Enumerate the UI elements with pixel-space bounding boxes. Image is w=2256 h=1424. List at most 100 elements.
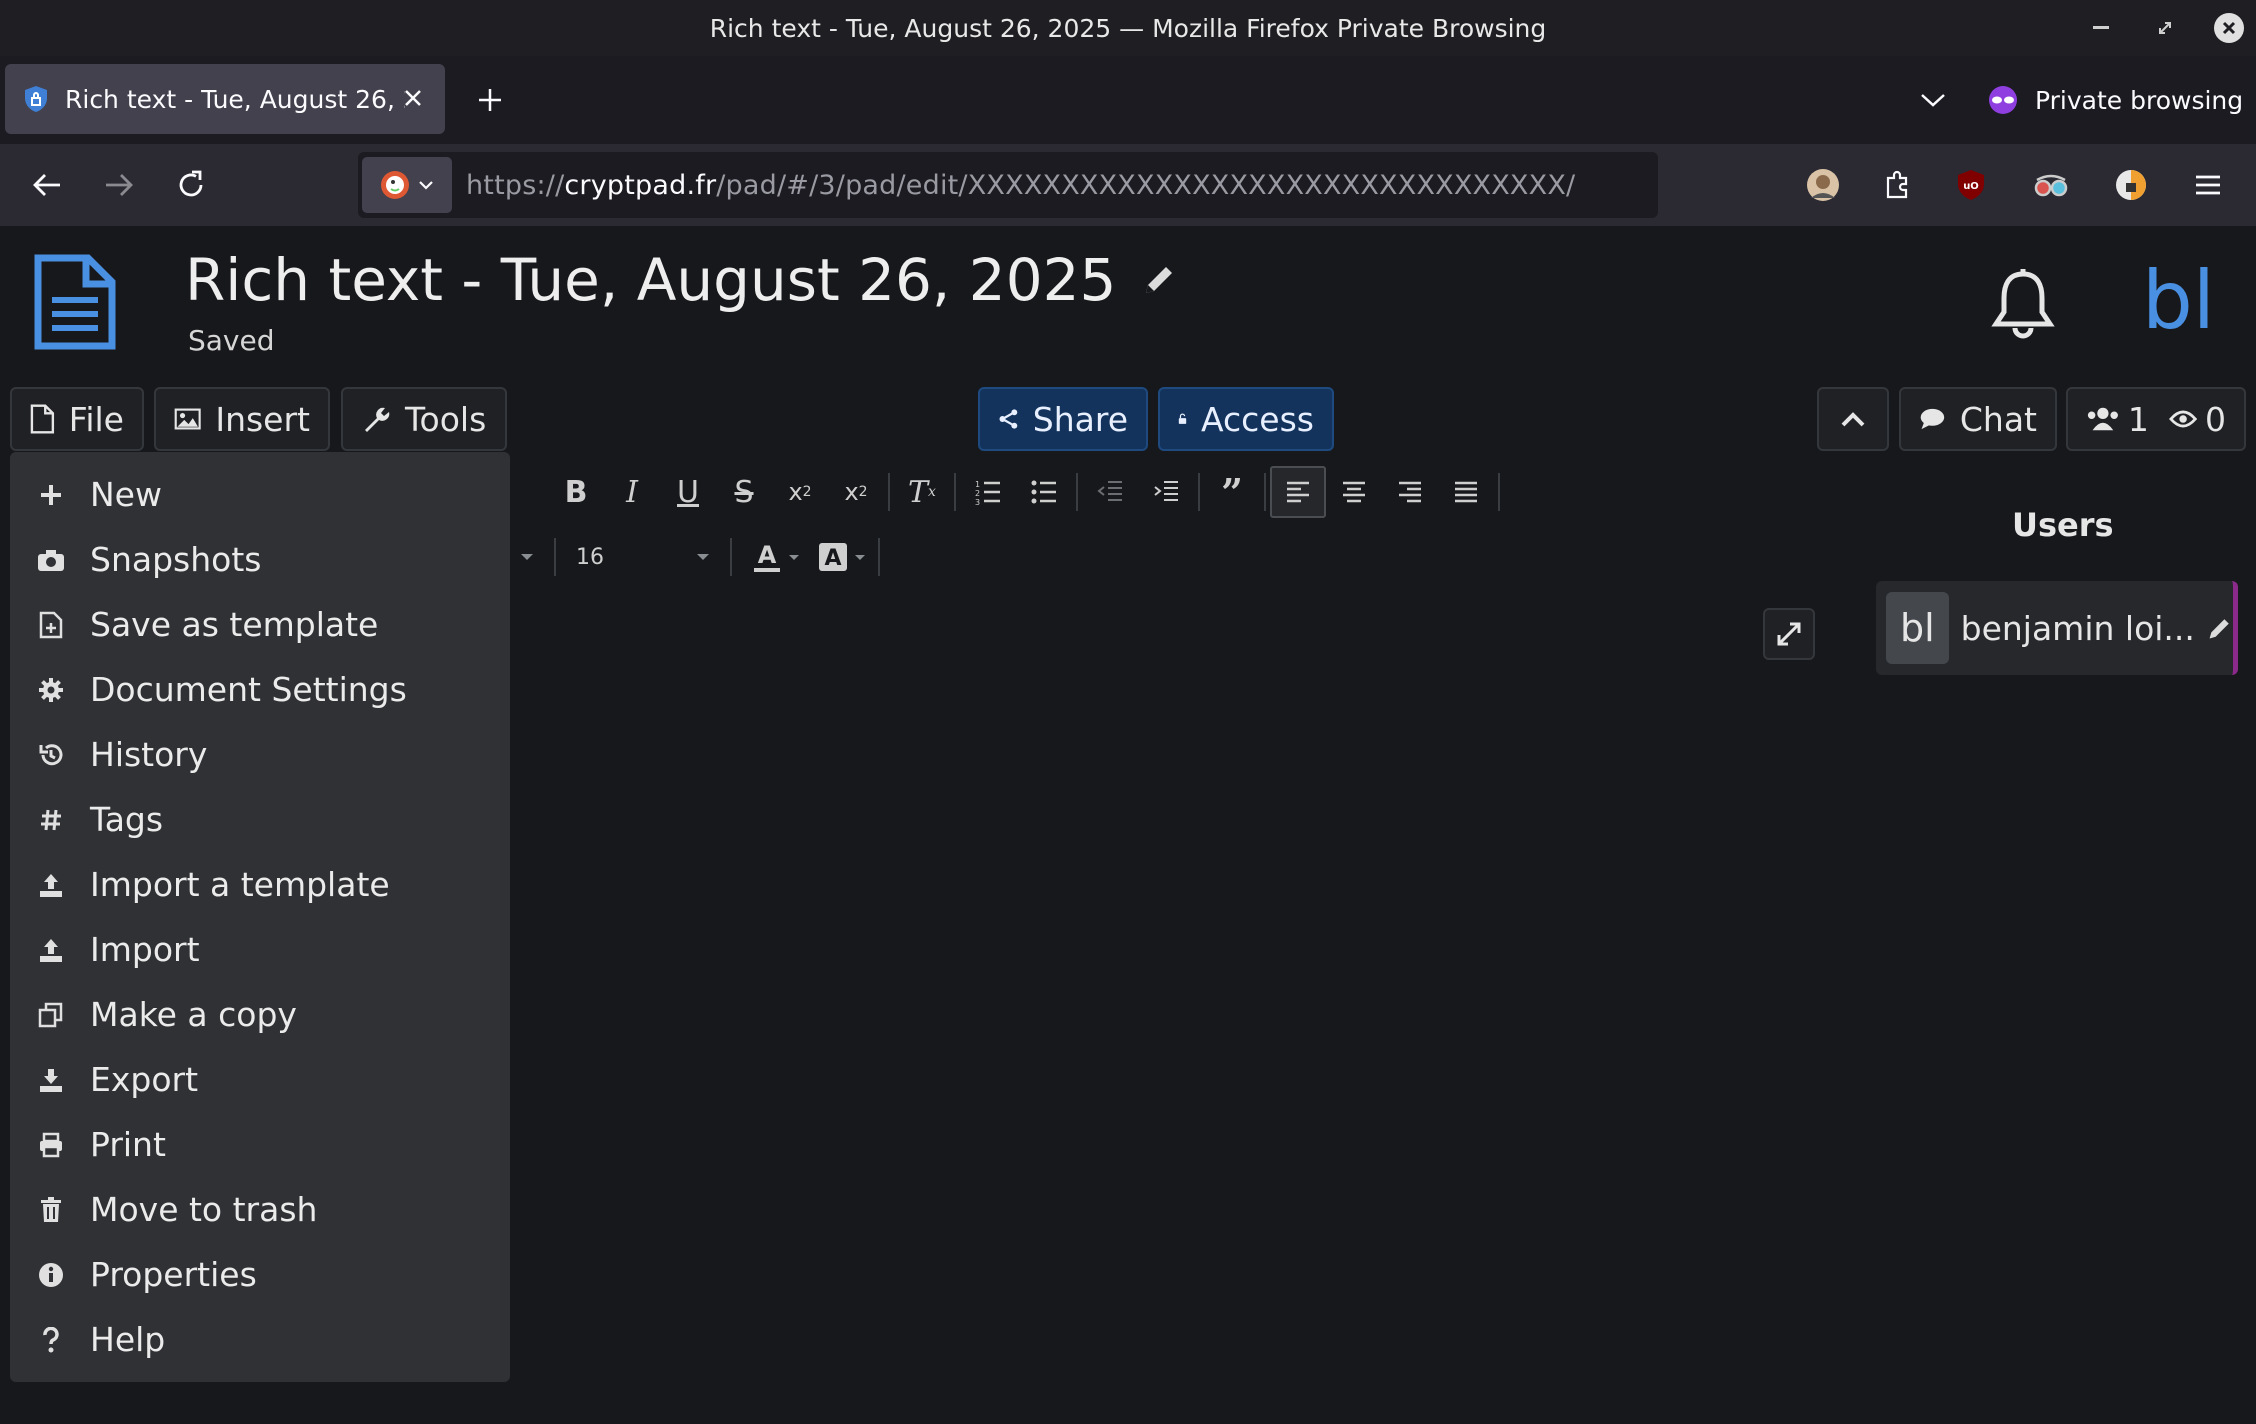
editors-count: 1 — [2127, 399, 2149, 439]
url-text[interactable]: https://cryptpad.fr/pad/#/3/pad/edit/XXX… — [466, 170, 1575, 201]
file-menu-item-new[interactable]: New — [10, 462, 510, 527]
file-menu-item-import-a-template[interactable]: Import a template — [10, 852, 510, 917]
subscript-icon[interactable]: x2 — [772, 466, 828, 518]
new-tab-icon[interactable] — [470, 80, 510, 120]
collapse-toolbar-button[interactable] — [1817, 387, 1889, 451]
password-manager-icon[interactable] — [2108, 162, 2154, 208]
file-menu-item-label: Export — [90, 1060, 199, 1099]
underline-icon[interactable]: U — [660, 466, 716, 518]
toolbar-separator — [1076, 473, 1078, 511]
search-engine-button[interactable] — [362, 157, 452, 213]
formatting-toolbar-row2: 16 A A — [520, 531, 892, 583]
toolbar-separator — [1264, 473, 1266, 511]
chat-bubble-icon — [1920, 408, 1945, 430]
strikethrough-icon[interactable]: S — [716, 466, 772, 518]
toolbar-separator — [1498, 473, 1500, 511]
formatting-toolbar: B I U S x2 x2 Tx 123 ” — [548, 466, 1504, 518]
viewers-count: 0 — [2205, 399, 2226, 439]
users-count-button[interactable]: 1 0 — [2066, 387, 2246, 451]
insert-menu-label: Insert — [215, 399, 310, 439]
tab-list-chevron-icon[interactable] — [1915, 82, 1951, 118]
superscript-icon[interactable]: x2 — [828, 466, 884, 518]
file-menu-item-make-a-copy[interactable]: Make a copy — [10, 982, 510, 1047]
file-menu-item-label: Move to trash — [90, 1190, 318, 1229]
file-menu-item-help[interactable]: Help — [10, 1307, 510, 1372]
url-bar[interactable]: https://cryptpad.fr/pad/#/3/pad/edit/XXX… — [358, 152, 1658, 218]
numbered-list-icon[interactable]: 123 — [960, 466, 1016, 518]
pad-title[interactable]: Rich text - Tue, August 26, 2025 — [185, 246, 1178, 314]
outdent-icon[interactable] — [1082, 466, 1138, 518]
file-menu-item-label: Properties — [90, 1255, 257, 1294]
tab-close-icon[interactable] — [399, 84, 427, 112]
copy-icon — [36, 1000, 66, 1030]
duckduckgo-icon — [381, 171, 409, 199]
file-menu-item-print[interactable]: Print — [10, 1112, 510, 1177]
url-host: cryptpad.fr — [564, 169, 717, 201]
file-menu-item-label: Help — [90, 1320, 166, 1359]
privacy-glasses-icon[interactable] — [2028, 162, 2074, 208]
user-menu-avatar[interactable]: bl — [2142, 254, 2215, 347]
gear-icon — [36, 675, 66, 705]
plus-icon — [36, 480, 66, 510]
svg-text:2: 2 — [975, 489, 980, 498]
user-entry[interactable]: bl benjamin loi... — [1876, 581, 2238, 675]
upload-icon — [36, 935, 66, 965]
notifications-bell-icon[interactable] — [1990, 268, 2056, 340]
file-menu-item-import[interactable]: Import — [10, 917, 510, 982]
font-size-select[interactable]: 16 — [576, 545, 696, 570]
window-controls — [2086, 0, 2244, 56]
account-avatar-icon[interactable] — [1800, 162, 1846, 208]
toolbar-separator — [1198, 473, 1200, 511]
svg-text:A: A — [758, 541, 777, 569]
ublock-shield-icon[interactable]: uO — [1948, 162, 1994, 208]
file-menu-item-properties[interactable]: Properties — [10, 1242, 510, 1307]
tools-menu-button[interactable]: Tools — [341, 387, 507, 451]
hamburger-menu-icon[interactable] — [2185, 162, 2231, 208]
insert-menu-button[interactable]: Insert — [154, 387, 330, 451]
toolbar-separator — [888, 473, 890, 511]
file-menu-item-export[interactable]: Export — [10, 1047, 510, 1112]
background-color-icon[interactable]: A — [818, 542, 866, 572]
extensions-puzzle-icon[interactable] — [1874, 162, 1920, 208]
user-avatar: bl — [1886, 592, 1949, 664]
align-left-icon[interactable] — [1270, 466, 1326, 518]
tab-title: Rich text - Tue, August 26, 2025 — [65, 84, 405, 114]
align-center-icon[interactable] — [1326, 466, 1382, 518]
justify-icon[interactable] — [1438, 466, 1494, 518]
reload-icon[interactable] — [168, 162, 214, 208]
minimize-icon[interactable] — [2086, 13, 2116, 43]
chat-button[interactable]: Chat — [1899, 387, 2057, 451]
back-arrow-icon[interactable] — [24, 162, 70, 208]
tools-menu-label: Tools — [405, 399, 487, 439]
browser-tab[interactable]: Rich text - Tue, August 26, 2025 — [5, 64, 445, 134]
rename-pencil-icon[interactable] — [1140, 261, 1178, 299]
users-panel-heading: Users — [2012, 506, 2114, 544]
text-color-icon[interactable]: A — [752, 541, 800, 573]
close-window-icon[interactable] — [2214, 13, 2244, 43]
forward-arrow-icon[interactable] — [96, 162, 142, 208]
file-menu-item-document-settings[interactable]: Document Settings — [10, 657, 510, 722]
bold-icon[interactable]: B — [548, 466, 604, 518]
file-menu-item-save-as-template[interactable]: Save as template — [10, 592, 510, 657]
italic-icon[interactable]: I — [604, 466, 660, 518]
align-right-icon[interactable] — [1382, 466, 1438, 518]
file-menu-item-move-to-trash[interactable]: Move to trash — [10, 1177, 510, 1242]
file-menu-button[interactable]: File — [10, 387, 144, 451]
file-menu-item-history[interactable]: History — [10, 722, 510, 787]
file-menu-item-label: Make a copy — [90, 995, 297, 1034]
svg-text:uO: uO — [1963, 181, 1979, 192]
maximize-icon[interactable] — [2150, 13, 2180, 43]
access-label: Access — [1201, 399, 1314, 439]
share-button[interactable]: Share — [978, 387, 1148, 451]
bulleted-list-icon[interactable] — [1016, 466, 1072, 518]
font-dropdown-caret-icon[interactable] — [520, 553, 534, 561]
chevron-up-icon — [1841, 412, 1865, 427]
file-menu-item-snapshots[interactable]: Snapshots — [10, 527, 510, 592]
font-size-caret-icon[interactable] — [696, 553, 710, 561]
indent-icon[interactable] — [1138, 466, 1194, 518]
remove-format-icon[interactable]: Tx — [894, 466, 950, 518]
access-button[interactable]: Access — [1158, 387, 1334, 451]
blockquote-icon[interactable]: ” — [1204, 466, 1260, 518]
file-menu-item-tags[interactable]: Tags — [10, 787, 510, 852]
expand-editor-button[interactable] — [1763, 608, 1815, 660]
